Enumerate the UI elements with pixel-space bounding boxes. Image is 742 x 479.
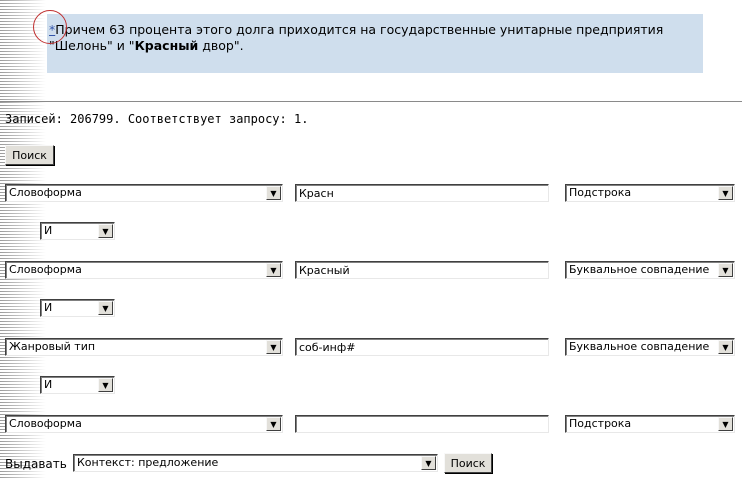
query-input-1[interactable]: Красн [295,184,549,202]
match-select-1-value: Подстрока [569,186,632,199]
snippet-line2-end: двор". [198,38,244,53]
highlight-circle [33,10,67,44]
match-select-3[interactable]: Буквальное совпадение ▼ [565,338,735,356]
match-select-4[interactable]: Подстрока ▼ [565,415,735,433]
match-select-1[interactable]: Подстрока ▼ [565,184,735,202]
result-snippet: *Причем 63 процента этого долга приходит… [47,14,703,73]
field-select-2-value: Словоформа [9,263,82,276]
field-select-4[interactable]: Словоформа ▼ [5,415,283,433]
match-select-2-value: Буквальное совпадение [569,263,710,276]
operator-select-2[interactable]: И ▼ [40,299,115,317]
context-select[interactable]: Контекст: предложение ▼ [73,454,438,472]
field-select-3[interactable]: Жанровый тип ▼ [5,338,283,356]
field-select-2[interactable]: Словоформа ▼ [5,261,283,279]
query-input-4[interactable] [295,415,549,433]
chevron-down-icon[interactable]: ▼ [98,378,113,392]
field-select-4-value: Словоформа [9,417,82,430]
match-select-2[interactable]: Буквальное совпадение ▼ [565,261,735,279]
field-select-1-value: Словоформа [9,186,82,199]
snippet-line1: Причем 63 процента этого долга приходитс… [55,22,664,37]
context-select-value: Контекст: предложение [77,456,219,469]
snippet-highlight: Красный [134,38,199,53]
search-button-bottom[interactable]: Поиск [444,453,492,473]
snippet-line2-start: "Шелонь" и " [49,38,135,53]
chevron-down-icon[interactable]: ▼ [98,301,113,315]
divider [0,101,742,102]
chevron-down-icon[interactable]: ▼ [266,186,281,200]
chevron-down-icon[interactable]: ▼ [421,456,436,470]
match-select-4-value: Подстрока [569,417,632,430]
query-input-2[interactable]: Красный [295,261,549,279]
issue-label: Выдавать [5,457,67,471]
chevron-down-icon[interactable]: ▼ [718,186,733,200]
chevron-down-icon[interactable]: ▼ [98,224,113,238]
chevron-down-icon[interactable]: ▼ [266,263,281,277]
chevron-down-icon[interactable]: ▼ [266,417,281,431]
match-select-3-value: Буквальное совпадение [569,340,710,353]
operator-select-1[interactable]: И ▼ [40,222,115,240]
chevron-down-icon[interactable]: ▼ [718,340,733,354]
query-input-3[interactable]: соб-инф# [295,338,549,356]
operator-select-2-value: И [44,301,53,314]
operator-select-1-value: И [44,224,53,237]
chevron-down-icon[interactable]: ▼ [266,340,281,354]
field-select-3-value: Жанровый тип [9,340,96,353]
records-count: Записей: 206799. Соответствует запросу: … [5,112,309,126]
chevron-down-icon[interactable]: ▼ [718,263,733,277]
chevron-down-icon[interactable]: ▼ [718,417,733,431]
operator-select-3[interactable]: И ▼ [40,376,115,394]
search-button-top[interactable]: Поиск [5,145,54,165]
operator-select-3-value: И [44,378,53,391]
field-select-1[interactable]: Словоформа ▼ [5,184,283,202]
